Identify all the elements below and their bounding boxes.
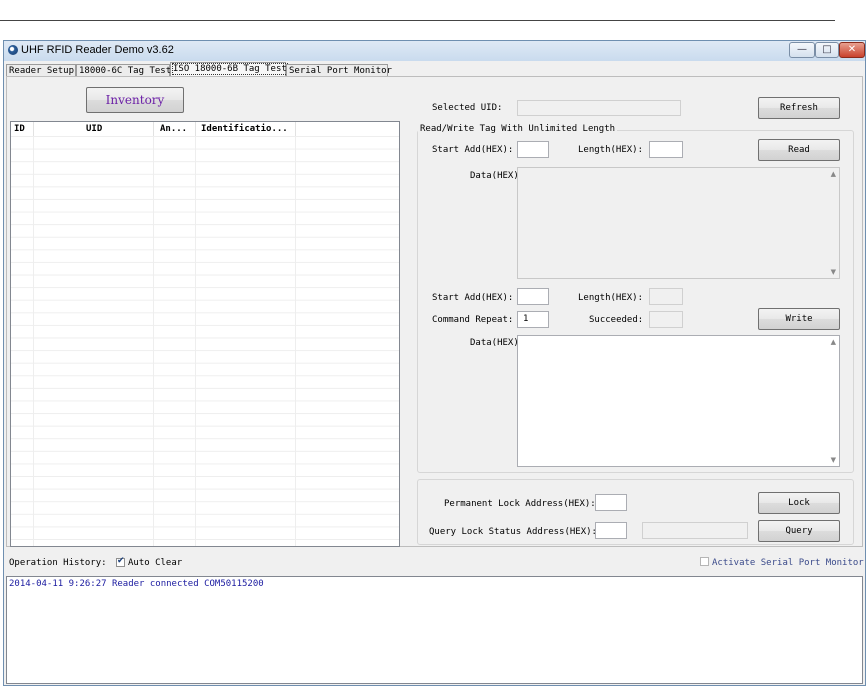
serial-monitor-label: Activate Serial Port Monitor bbox=[712, 558, 864, 568]
col-identification-header[interactable]: Identificatio... bbox=[196, 122, 296, 136]
succeeded-field bbox=[649, 311, 683, 328]
command-repeat-input[interactable]: 1 bbox=[517, 311, 549, 328]
title-bar: UHF RFID Reader Demo v3.62 — □ ✕ bbox=[4, 41, 865, 61]
serial-monitor-checkbox[interactable] bbox=[700, 557, 709, 566]
operation-history-log[interactable]: 2014-04-11 9:26:27 Reader connected COM5… bbox=[6, 576, 863, 684]
query-lock-input[interactable] bbox=[595, 522, 627, 539]
write-start-address-input[interactable] bbox=[517, 288, 549, 305]
minimize-button[interactable]: — bbox=[789, 42, 815, 58]
query-button[interactable]: Query bbox=[758, 520, 840, 542]
col-uid-header[interactable]: UID bbox=[34, 122, 154, 136]
maximize-button[interactable]: □ bbox=[815, 42, 839, 58]
permanent-lock-input[interactable] bbox=[595, 494, 627, 511]
close-button[interactable]: ✕ bbox=[839, 42, 865, 58]
operation-history-label: Operation History: bbox=[9, 558, 107, 568]
page-top-rule bbox=[0, 20, 835, 21]
tab-iso-18000-6b-label: ISO 18000-6B Tag Test bbox=[172, 63, 288, 75]
col-antenna-header[interactable]: An... bbox=[154, 122, 196, 136]
col-id-header[interactable]: ID bbox=[11, 122, 34, 136]
selected-uid-field bbox=[517, 100, 681, 116]
inventory-button[interactable]: Inventory bbox=[86, 87, 184, 113]
write-start-address-label: Start Add(HEX): bbox=[432, 293, 514, 303]
tag-list-header: ID UID An... Identificatio... bbox=[11, 122, 399, 137]
lock-button[interactable]: Lock bbox=[758, 492, 840, 514]
minimize-icon: — bbox=[797, 44, 807, 55]
auto-clear-label: Auto Clear bbox=[128, 558, 183, 568]
checkmark-icon: ✔ bbox=[117, 556, 125, 566]
write-length-field bbox=[649, 288, 683, 305]
tab-iso-18000-6b[interactable]: ISO 18000-6B Tag Test bbox=[170, 62, 288, 77]
read-start-address-input[interactable] bbox=[517, 141, 549, 158]
app-icon bbox=[8, 45, 18, 55]
app-window: UHF RFID Reader Demo v3.62 — □ ✕ Reader … bbox=[3, 40, 866, 686]
grid-line bbox=[33, 136, 34, 546]
scroll-down-icon[interactable]: ▼ bbox=[831, 456, 836, 464]
auto-clear-checkbox[interactable]: ✔ bbox=[116, 556, 125, 567]
close-icon: ✕ bbox=[847, 44, 857, 55]
tag-list[interactable]: ID UID An... Identificatio... bbox=[10, 121, 400, 547]
history-bar: Operation History: ✔ Auto Clear Activate… bbox=[4, 553, 865, 573]
write-data-textarea[interactable]: ▲ ▼ bbox=[517, 335, 840, 467]
tag-list-rows bbox=[11, 136, 399, 546]
read-length-input[interactable] bbox=[649, 141, 683, 158]
tab-panel-18000-6b: Inventory ID UID An... Identificatio... … bbox=[6, 76, 863, 547]
selected-uid-label: Selected UID: bbox=[432, 103, 503, 113]
grid-line bbox=[295, 136, 296, 546]
maximize-icon: □ bbox=[822, 44, 832, 55]
permanent-lock-label: Permanent Lock Address(HEX): bbox=[444, 499, 596, 509]
scroll-up-icon[interactable]: ▲ bbox=[831, 338, 836, 346]
refresh-button[interactable]: Refresh bbox=[758, 97, 840, 119]
scroll-down-icon[interactable]: ▼ bbox=[831, 268, 836, 276]
write-length-label: Length(HEX): bbox=[578, 293, 644, 303]
grid-line bbox=[195, 136, 196, 546]
write-button[interactable]: Write bbox=[758, 308, 840, 330]
read-write-group-title: Read/Write Tag With Unlimited Length bbox=[418, 124, 618, 134]
window-title: UHF RFID Reader Demo v3.62 bbox=[21, 44, 174, 56]
log-entry: 2014-04-11 9:26:27 Reader connected COM5… bbox=[9, 579, 264, 589]
read-button[interactable]: Read bbox=[758, 139, 840, 161]
command-repeat-label: Command Repeat: bbox=[432, 315, 514, 325]
grid-line bbox=[153, 136, 154, 546]
read-data-textarea[interactable]: ▲ ▼ bbox=[517, 167, 840, 279]
scroll-up-icon[interactable]: ▲ bbox=[831, 170, 836, 178]
succeeded-label: Succeeded: bbox=[589, 315, 644, 325]
query-lock-result bbox=[642, 522, 748, 539]
read-length-label: Length(HEX): bbox=[578, 145, 644, 155]
read-start-address-label: Start Add(HEX): bbox=[432, 145, 514, 155]
query-lock-label: Query Lock Status Address(HEX): bbox=[429, 527, 597, 537]
